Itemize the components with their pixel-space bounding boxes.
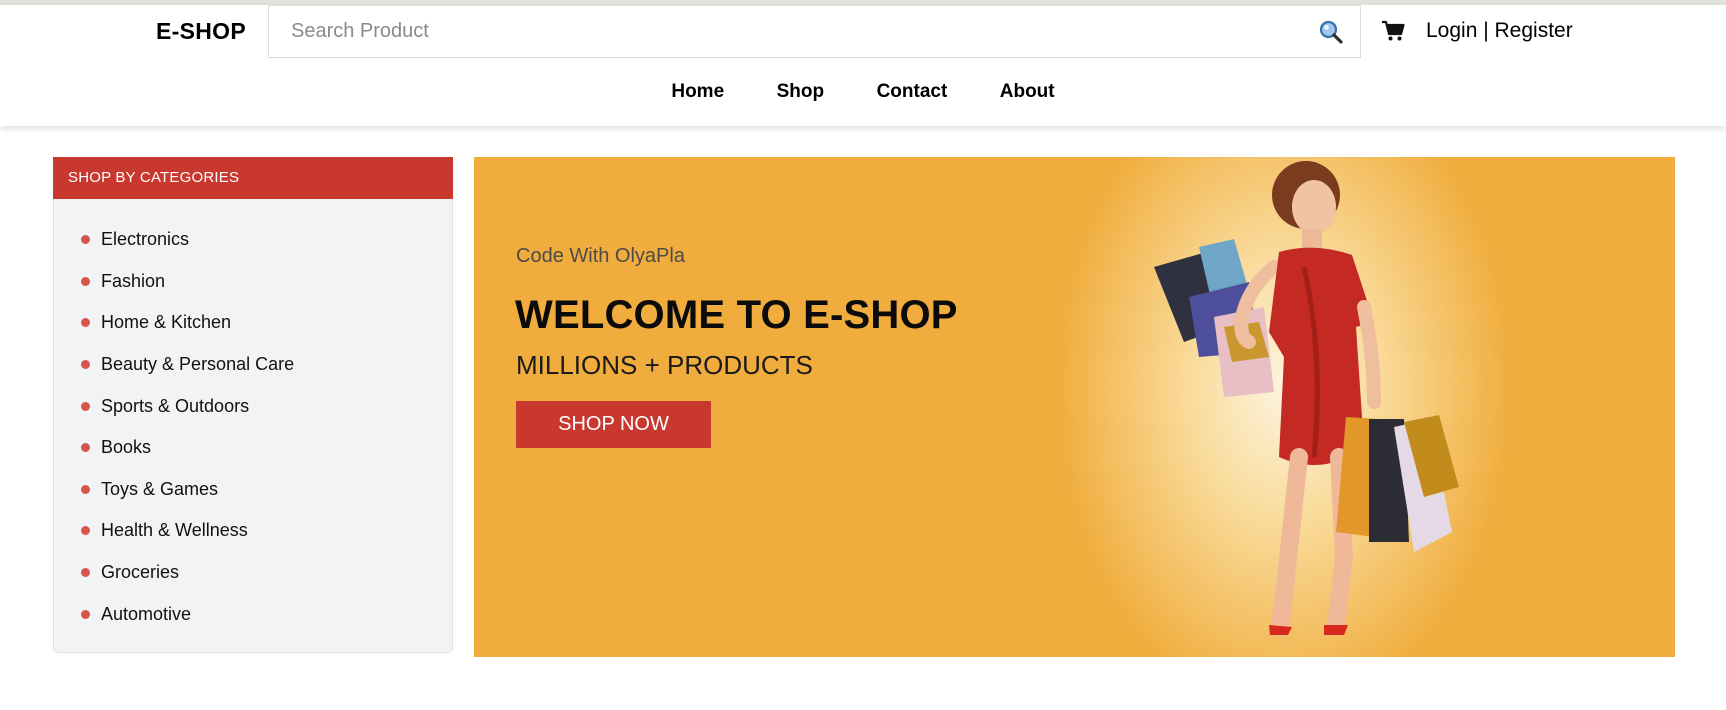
category-item-fashion[interactable]: Fashion	[54, 261, 452, 303]
bullet-dot	[81, 443, 90, 453]
category-label: Toys & Games	[101, 478, 219, 499]
category-label: Electronics	[101, 229, 190, 250]
main-nav: Home Shop Contact About	[0, 81, 1726, 113]
category-item-sports[interactable]: Sports & Outdoors	[54, 385, 452, 427]
category-label: Sports & Outdoors	[101, 395, 250, 416]
bullet-dot	[81, 276, 90, 286]
auth-links: Login | Register	[1426, 19, 1573, 43]
category-label: Fashion	[101, 270, 166, 291]
category-label: Home & Kitchen	[101, 312, 232, 333]
bullet-dot	[81, 318, 90, 328]
site-header: E-SHOP Login | Register Home Shop Contac…	[0, 5, 1726, 126]
nav-contact[interactable]: Contact	[877, 81, 948, 103]
nav-home[interactable]: Home	[671, 81, 724, 103]
category-item-groceries[interactable]: Groceries	[54, 552, 452, 594]
search-bar	[268, 5, 1361, 58]
category-item-automotive[interactable]: Automotive	[54, 593, 452, 635]
category-item-books[interactable]: Books	[54, 427, 452, 469]
category-label: Automotive	[101, 603, 192, 624]
shopping-woman-illustration	[1154, 161, 1459, 636]
category-label: Health & Wellness	[101, 520, 248, 541]
hero-banner: Code With OlyaPla WELCOME TO E-SHOP MILL…	[474, 157, 1675, 657]
bullet-dot	[81, 526, 90, 536]
auth-separator: |	[1477, 19, 1495, 42]
login-link[interactable]: Login	[1426, 19, 1477, 42]
category-item-beauty[interactable]: Beauty & Personal Care	[54, 344, 452, 386]
bullet-dot	[81, 401, 90, 411]
site-logo[interactable]: E-SHOP	[156, 18, 246, 45]
bullet-dot	[81, 568, 90, 578]
register-link[interactable]: Register	[1495, 19, 1573, 42]
category-label: Beauty & Personal Care	[101, 354, 295, 375]
category-label: Books	[101, 437, 152, 458]
shop-now-button[interactable]: SHOP NOW	[516, 401, 711, 448]
category-list: Electronics Fashion Home & Kitchen Beaut…	[53, 199, 453, 653]
bullet-dot	[81, 484, 90, 494]
bullet-dot	[81, 360, 90, 370]
sidebar-title: SHOP BY CATEGORIES	[53, 157, 453, 199]
bullet-dot	[81, 609, 90, 619]
category-item-electronics[interactable]: Electronics	[54, 219, 452, 261]
banner-title: WELCOME TO E-SHOP	[515, 293, 958, 337]
category-sidebar: SHOP BY CATEGORIES Electronics Fashion H…	[53, 157, 453, 653]
nav-shop[interactable]: Shop	[777, 81, 825, 103]
category-item-home-kitchen[interactable]: Home & Kitchen	[54, 302, 452, 344]
nav-about[interactable]: About	[1000, 81, 1055, 103]
search-icon[interactable]	[1318, 19, 1344, 45]
category-item-toys[interactable]: Toys & Games	[54, 469, 452, 511]
category-label: Groceries	[101, 562, 180, 583]
banner-subtitle: MILLIONS + PRODUCTS	[516, 350, 813, 380]
banner-tagline: Code With OlyaPla	[516, 245, 685, 267]
cart-icon[interactable]	[1381, 20, 1405, 42]
category-item-health[interactable]: Health & Wellness	[54, 510, 452, 552]
bullet-dot	[81, 235, 90, 245]
search-input[interactable]	[269, 6, 1309, 57]
